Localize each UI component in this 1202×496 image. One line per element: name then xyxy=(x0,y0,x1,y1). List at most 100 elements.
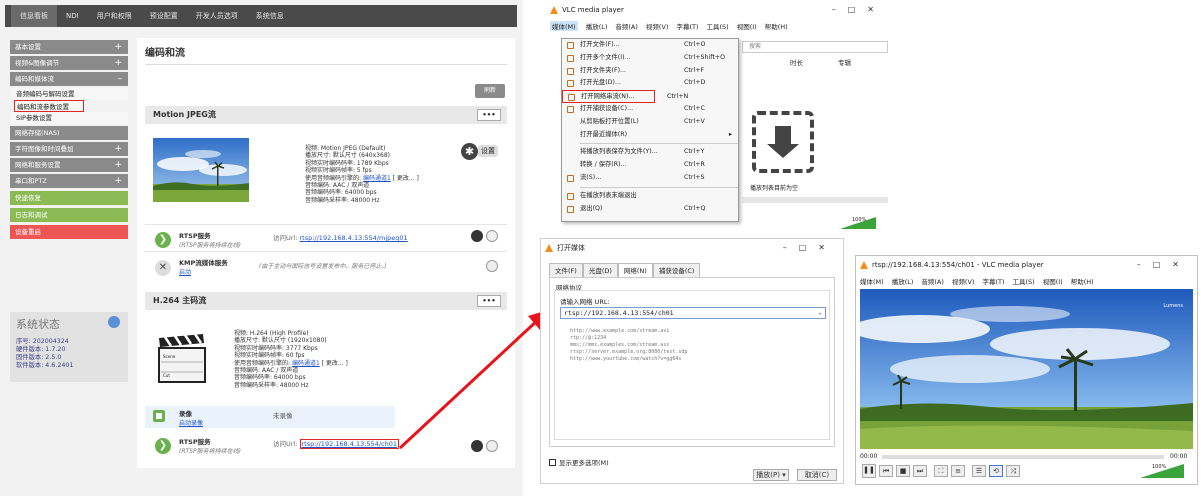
window-controls[interactable]: –□✕ xyxy=(1137,256,1191,274)
start-record-link[interactable]: 启动录像 xyxy=(179,418,203,427)
loop-icon[interactable]: ⟲ xyxy=(989,465,1003,477)
window-controls[interactable]: –□✕ xyxy=(783,239,837,257)
media-menu-items: 打开文件(F)... Ctrl+O 打开多个文件(I)... Ctrl+Shift+O… xyxy=(562,39,738,215)
menu-item[interactable]: 打开多个文件(I)... Ctrl+Shift+O xyxy=(562,52,738,65)
tab-disc[interactable]: 光盘(D) xyxy=(582,263,618,277)
menu-video[interactable]: 视频(V) xyxy=(646,21,669,31)
menu-view[interactable]: 视图(I) xyxy=(1043,276,1063,286)
menu-item[interactable]: 打开光盘(D)... Ctrl+D xyxy=(562,77,738,90)
tab-file[interactable]: 文件(F) xyxy=(549,263,583,277)
mjpeg-settings-button[interactable]: ✱ 设置 xyxy=(461,142,505,160)
nav-tab-ndi[interactable]: NDI xyxy=(57,5,88,27)
menu-item[interactable]: 打开捕获设备(C)... Ctrl+C xyxy=(562,103,738,116)
fullscreen-icon[interactable]: ⛶ xyxy=(934,465,948,477)
menu-audio[interactable]: 音频(A) xyxy=(921,276,944,286)
sidebar-subitem-audio[interactable]: 音频编码与解码设置 xyxy=(10,88,128,100)
column-duration[interactable]: 时长 xyxy=(790,57,803,67)
playlist-search[interactable]: 搜索 xyxy=(742,41,888,53)
menu-item[interactable]: 将播放列表保存为文件(Y)... Ctrl+Y xyxy=(562,146,738,159)
sidebar-item-label: 快速恢复 xyxy=(15,194,41,202)
menu-item[interactable]: 从剪贴板打开位置(L) Ctrl+V xyxy=(562,116,738,129)
next-icon[interactable]: ⏭ xyxy=(913,465,927,477)
toggle-on-icon[interactable] xyxy=(471,230,483,242)
more-options-row[interactable]: 显示更多选项(M) xyxy=(549,457,609,467)
sidebar-item-logs[interactable]: 日志和调试 xyxy=(10,208,128,222)
previous-icon[interactable]: ⏮ xyxy=(879,465,893,477)
sidebar-item-quick-restore[interactable]: 快速恢复 xyxy=(10,191,128,205)
menu-audio[interactable]: 音频(A) xyxy=(615,21,638,31)
menu-item-icon xyxy=(567,174,574,182)
menu-playback[interactable]: 播放(L) xyxy=(892,276,914,286)
sidebar-subitem-sip[interactable]: SIP参数设置 xyxy=(10,112,128,124)
mjpeg-more-button[interactable]: ••• xyxy=(477,109,501,121)
menu-tools[interactable]: 工具(S) xyxy=(1013,276,1035,286)
menu-item[interactable]: 打开文件夹(F)... Ctrl+F xyxy=(562,65,738,78)
sidebar-item-nas[interactable]: 网络存储(NAS) xyxy=(10,126,128,140)
menu-item[interactable]: 流(S)... Ctrl+S xyxy=(562,172,738,185)
refresh-button[interactable]: 刷新 xyxy=(475,84,505,98)
sidebar-item-reboot[interactable]: 设备重启 xyxy=(10,225,128,239)
chevron-down-icon[interactable]: ⌄ xyxy=(818,308,822,318)
more-options-checkbox[interactable] xyxy=(549,458,556,466)
video-frame[interactable]: Lumens xyxy=(860,289,1193,449)
menu-video[interactable]: 视频(V) xyxy=(952,276,975,286)
sidebar-item-overlay[interactable]: 字符图像和时间叠加 + xyxy=(10,142,128,156)
sidebar-item-network[interactable]: 网络和服务设置 + xyxy=(10,158,128,172)
menu-item[interactable]: 在播放列表末端退出 xyxy=(562,190,738,203)
extended-settings-icon[interactable]: ≡ xyxy=(951,465,965,477)
stop-icon[interactable]: ■ xyxy=(896,465,910,477)
nav-tab-system-info[interactable]: 系统信息 xyxy=(247,5,293,27)
menu-view[interactable]: 视图(I) xyxy=(737,21,757,31)
rtsp-url-link[interactable]: rtsp://192.168.4.13:554/mjpeg01 xyxy=(300,234,408,242)
menu-help[interactable]: 帮助(H) xyxy=(1071,276,1094,286)
url-label: 请输入网络 URL: xyxy=(560,298,610,306)
menu-item[interactable]: 转换 / 保存(R)... Ctrl+R xyxy=(562,159,738,172)
drop-hint: 播放列表目前为空 xyxy=(750,185,799,192)
audio-channel-link[interactable]: 编码通道1 xyxy=(292,360,320,367)
column-album[interactable]: 专辑 xyxy=(838,57,851,67)
menu-item[interactable]: 退出(Q) Ctrl+Q xyxy=(562,203,738,216)
menu-tools[interactable]: 工具(S) xyxy=(707,21,729,31)
tab-capture[interactable]: 捕获设备(C) xyxy=(652,263,701,277)
menu-item[interactable]: 打开最近媒体(R) ▸ xyxy=(562,129,738,142)
network-url-input[interactable]: rtsp://192.168.4.13:554/ch01 ⌄ xyxy=(560,307,826,319)
shuffle-icon[interactable]: ⤨ xyxy=(1006,465,1020,477)
window-controls[interactable]: –□✕ xyxy=(832,1,886,19)
nav-tab-dashboard[interactable]: 信息看板 xyxy=(11,5,57,27)
nav-tab-developer[interactable]: 开发人员选项 xyxy=(187,5,247,27)
menu-media[interactable]: 媒体(M) xyxy=(860,276,884,286)
menu-subtitle[interactable]: 字幕(T) xyxy=(676,21,698,31)
play-button[interactable]: 播放(P) ▾ xyxy=(753,469,789,481)
cancel-button[interactable]: 取消(C) xyxy=(797,469,837,481)
change-link[interactable]: [ 更改... ] xyxy=(320,360,348,367)
menu-subtitle[interactable]: 字幕(T) xyxy=(982,276,1004,286)
sidebar-item-ptz[interactable]: 串口和PTZ + xyxy=(10,174,128,188)
nav-tab-presets[interactable]: 预设配置 xyxy=(141,5,187,27)
sidebar-item-encoding[interactable]: 编码和媒体流 – xyxy=(10,72,128,86)
menu-playback[interactable]: 播放(L) xyxy=(586,21,608,31)
watermark: Lumens xyxy=(1163,303,1183,309)
audio-channel-link[interactable]: 编码通道1 xyxy=(363,175,391,182)
kmp-start-link[interactable]: 启动 xyxy=(179,267,228,276)
toggle-off-icon[interactable] xyxy=(486,260,498,272)
playlist-icon[interactable]: ☰ xyxy=(972,465,986,477)
sidebar-item-video[interactable]: 视频&图像调节 + xyxy=(10,56,128,70)
sidebar-subitem-encoding-params[interactable]: 编码和流参数设置 xyxy=(14,100,84,112)
change-link[interactable]: [ 更改... ] xyxy=(391,175,419,182)
seek-bar[interactable] xyxy=(882,455,1164,459)
menu-help[interactable]: 帮助(H) xyxy=(765,21,788,31)
submenu-arrow-icon: ▸ xyxy=(728,130,732,138)
toggle-off-icon[interactable] xyxy=(486,230,498,242)
menu-media[interactable]: 媒体(M) xyxy=(550,20,578,31)
status-info-icon xyxy=(108,316,120,328)
clapper-scene-label: Scene xyxy=(163,354,176,359)
progress-bar[interactable] xyxy=(742,197,888,203)
expand-icon: + xyxy=(114,160,122,170)
menu-item[interactable]: 打开文件(F)... Ctrl+O xyxy=(562,39,738,52)
menu-item[interactable]: 打开网络串流(N)... Ctrl+N xyxy=(562,90,688,103)
pause-icon[interactable]: ❚❚ xyxy=(862,464,876,478)
nav-tab-users[interactable]: 用户和权限 xyxy=(88,5,141,27)
sidebar-item-basic[interactable]: 基本设置 + xyxy=(10,40,128,54)
drop-zone[interactable] xyxy=(752,111,814,173)
tab-network[interactable]: 网络(N) xyxy=(617,263,653,277)
